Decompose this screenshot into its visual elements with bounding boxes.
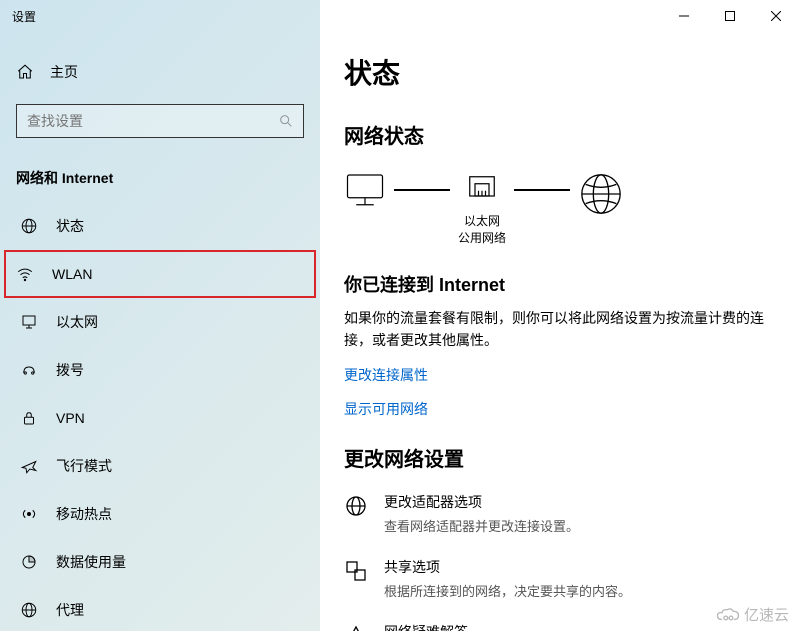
home-nav[interactable]: 主页 (0, 50, 320, 94)
setting-desc: 根据所连接到的网络，决定要共享的内容。 (384, 581, 631, 600)
sidebar-item-status[interactable]: 状态 (0, 202, 320, 250)
connected-heading: 你已连接到 Internet (344, 271, 775, 297)
setting-title: 更改适配器选项 (384, 492, 579, 512)
eth-sub: 公用网络 (458, 230, 506, 247)
home-icon (16, 63, 34, 81)
nav-label: 数据使用量 (56, 552, 126, 572)
content-area: 状态 网络状态 以太网 公用网络 你已连接到 Internet 如果你的流量套餐… (320, 0, 799, 631)
sidebar: 设置 主页 网络和 Internet 状态 WLAN 以太网 拨号 VPN (0, 0, 320, 631)
hotspot-icon (20, 505, 38, 523)
diagram-line (394, 189, 450, 191)
sharing-icon (344, 559, 368, 583)
nav-label: 以太网 (56, 312, 98, 332)
sidebar-item-datausage[interactable]: 数据使用量 (0, 538, 320, 586)
diagram-line (514, 189, 570, 191)
sidebar-item-vpn[interactable]: VPN (0, 394, 320, 442)
search-icon (278, 113, 294, 129)
warning-icon (344, 624, 368, 631)
setting-title: 网络疑难解答 (384, 622, 501, 631)
watermark-text: 亿速云 (744, 604, 789, 625)
connected-body: 如果你的流量套餐有限制，则你可以将此网络设置为按流量计费的连接，或者更改其他属性… (344, 307, 775, 352)
globe-node (578, 171, 624, 217)
nav-label: 状态 (56, 216, 84, 236)
setting-title: 共享选项 (384, 557, 631, 577)
ethernet-node: 以太网 公用网络 (458, 171, 506, 247)
home-label: 主页 (50, 62, 78, 82)
window-title: 设置 (0, 0, 320, 32)
nav-label: 代理 (56, 600, 84, 620)
page-title: 状态 (344, 52, 775, 92)
network-status-heading: 网络状态 (344, 120, 775, 149)
vpn-icon (20, 409, 38, 427)
globe-icon (20, 217, 38, 235)
setting-troubleshoot[interactable]: 网络疑难解答 诊断并解决网络问题 (344, 622, 775, 631)
setting-sharing-options[interactable]: 共享选项 根据所连接到的网络，决定要共享的内容。 (344, 557, 775, 600)
sidebar-item-dialup[interactable]: 拨号 (0, 346, 320, 394)
search-input[interactable] (16, 104, 304, 138)
nav-label: 移动热点 (56, 504, 112, 524)
setting-desc: 查看网络适配器并更改连接设置。 (384, 516, 579, 535)
datausage-icon (20, 553, 38, 571)
link-change-props[interactable]: 更改连接属性 (344, 365, 775, 385)
link-show-available[interactable]: 显示可用网络 (344, 399, 775, 419)
watermark: 亿速云 (716, 604, 789, 625)
wifi-icon (16, 265, 34, 283)
dialup-icon (20, 361, 38, 379)
sidebar-item-hotspot[interactable]: 移动热点 (0, 490, 320, 538)
pc-node (344, 171, 386, 207)
setting-adapter-options[interactable]: 更改适配器选项 查看网络适配器并更改连接设置。 (344, 492, 775, 535)
sidebar-item-wlan[interactable]: WLAN (4, 250, 316, 298)
category-heading: 网络和 Internet (0, 148, 320, 202)
ethernet-icon (20, 313, 38, 331)
change-settings-heading: 更改网络设置 (344, 443, 775, 472)
sidebar-item-ethernet[interactable]: 以太网 (0, 298, 320, 346)
proxy-icon (20, 601, 38, 619)
search-box[interactable] (16, 104, 304, 138)
nav-label: VPN (56, 410, 85, 426)
airplane-icon (20, 457, 38, 475)
network-diagram: 以太网 公用网络 (344, 171, 775, 247)
nav-label: 拨号 (56, 360, 84, 380)
eth-label: 以太网 (458, 213, 506, 230)
nav-label: 飞行模式 (56, 456, 112, 476)
nav-label: WLAN (52, 266, 92, 282)
adapter-icon (344, 494, 368, 518)
sidebar-item-proxy[interactable]: 代理 (0, 586, 320, 634)
sidebar-item-airplane[interactable]: 飞行模式 (0, 442, 320, 490)
